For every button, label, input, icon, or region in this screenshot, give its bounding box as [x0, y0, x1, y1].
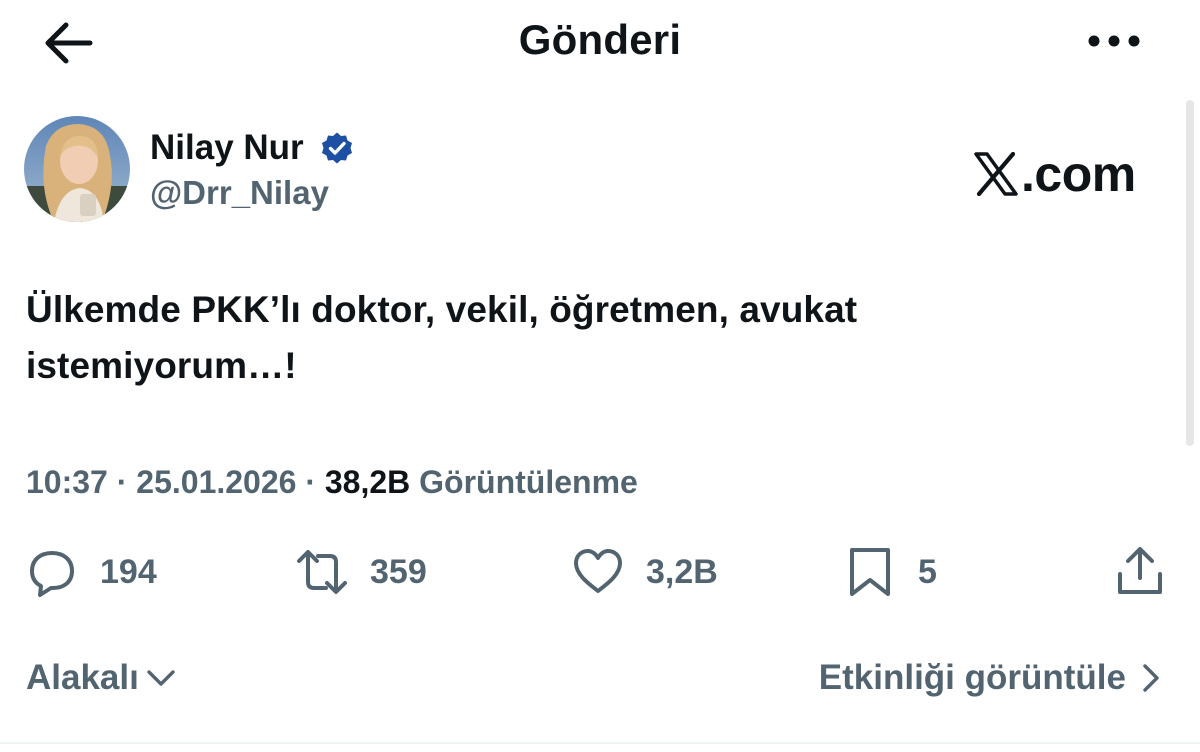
verified-badge-icon: [320, 131, 354, 165]
action-bar: 194 359 3,2B 5: [0, 540, 1200, 604]
chevron-right-icon: [1143, 664, 1159, 692]
x-logo-icon: [974, 152, 1018, 196]
views-count[interactable]: 38,2B: [325, 464, 410, 500]
reply-icon: [30, 551, 74, 597]
more-button[interactable]: [1082, 24, 1146, 58]
tweet-time[interactable]: 10:37: [26, 464, 108, 500]
repost-count: 359: [370, 552, 427, 591]
share-button[interactable]: [1112, 540, 1168, 604]
more-horizontal-icon: [1088, 35, 1140, 47]
avatar[interactable]: [24, 116, 130, 222]
page-title: Gönderi: [518, 16, 682, 63]
watermark-text: .com: [1021, 146, 1136, 202]
top-bar: Gönderi: [0, 0, 1200, 90]
heart-icon: [574, 549, 622, 593]
divider: [0, 742, 1200, 744]
like-count: 3,2B: [646, 552, 718, 591]
display-name[interactable]: Nilay Nur: [150, 128, 304, 168]
post-page: Gönderi Nilay Nur @Drr_Nilay .com Ülkemd…: [0, 0, 1200, 752]
activity-label: Etkinliği görüntüle: [818, 658, 1126, 697]
view-activity-link[interactable]: Etkinliği görüntüle: [819, 656, 1168, 700]
user-handle[interactable]: @Drr_Nilay: [150, 174, 329, 212]
like-button[interactable]: 3,2B: [570, 540, 718, 604]
scrollbar[interactable]: [1186, 100, 1194, 446]
views-label[interactable]: Görüntülenme: [419, 464, 638, 500]
relevance-sort-dropdown[interactable]: Alakalı: [26, 656, 179, 700]
bookmark-count: 5: [918, 552, 937, 591]
relevance-label: Alakalı: [26, 658, 139, 697]
bookmark-icon: [850, 548, 890, 596]
share-icon: [1118, 547, 1162, 594]
chevron-down-icon: [147, 670, 175, 686]
reply-button[interactable]: 194: [24, 540, 157, 604]
repost-icon: [297, 550, 347, 594]
avatar-image: [24, 116, 130, 222]
tweet-text: Ülkemde PKK’lı doktor, vekil, öğretmen, …: [26, 289, 858, 386]
x-com-watermark: .com: [973, 145, 1136, 203]
reply-count: 194: [100, 552, 157, 591]
bookmark-button[interactable]: 5: [842, 540, 937, 604]
tweet-date[interactable]: 25.01.2026: [136, 464, 296, 500]
meta-separator: ·: [305, 464, 316, 500]
tweet-meta: 10:37 · 25.01.2026 · 38,2B Görüntülenme: [26, 464, 638, 501]
meta-separator: ·: [116, 464, 128, 500]
repost-button[interactable]: 359: [294, 540, 427, 604]
